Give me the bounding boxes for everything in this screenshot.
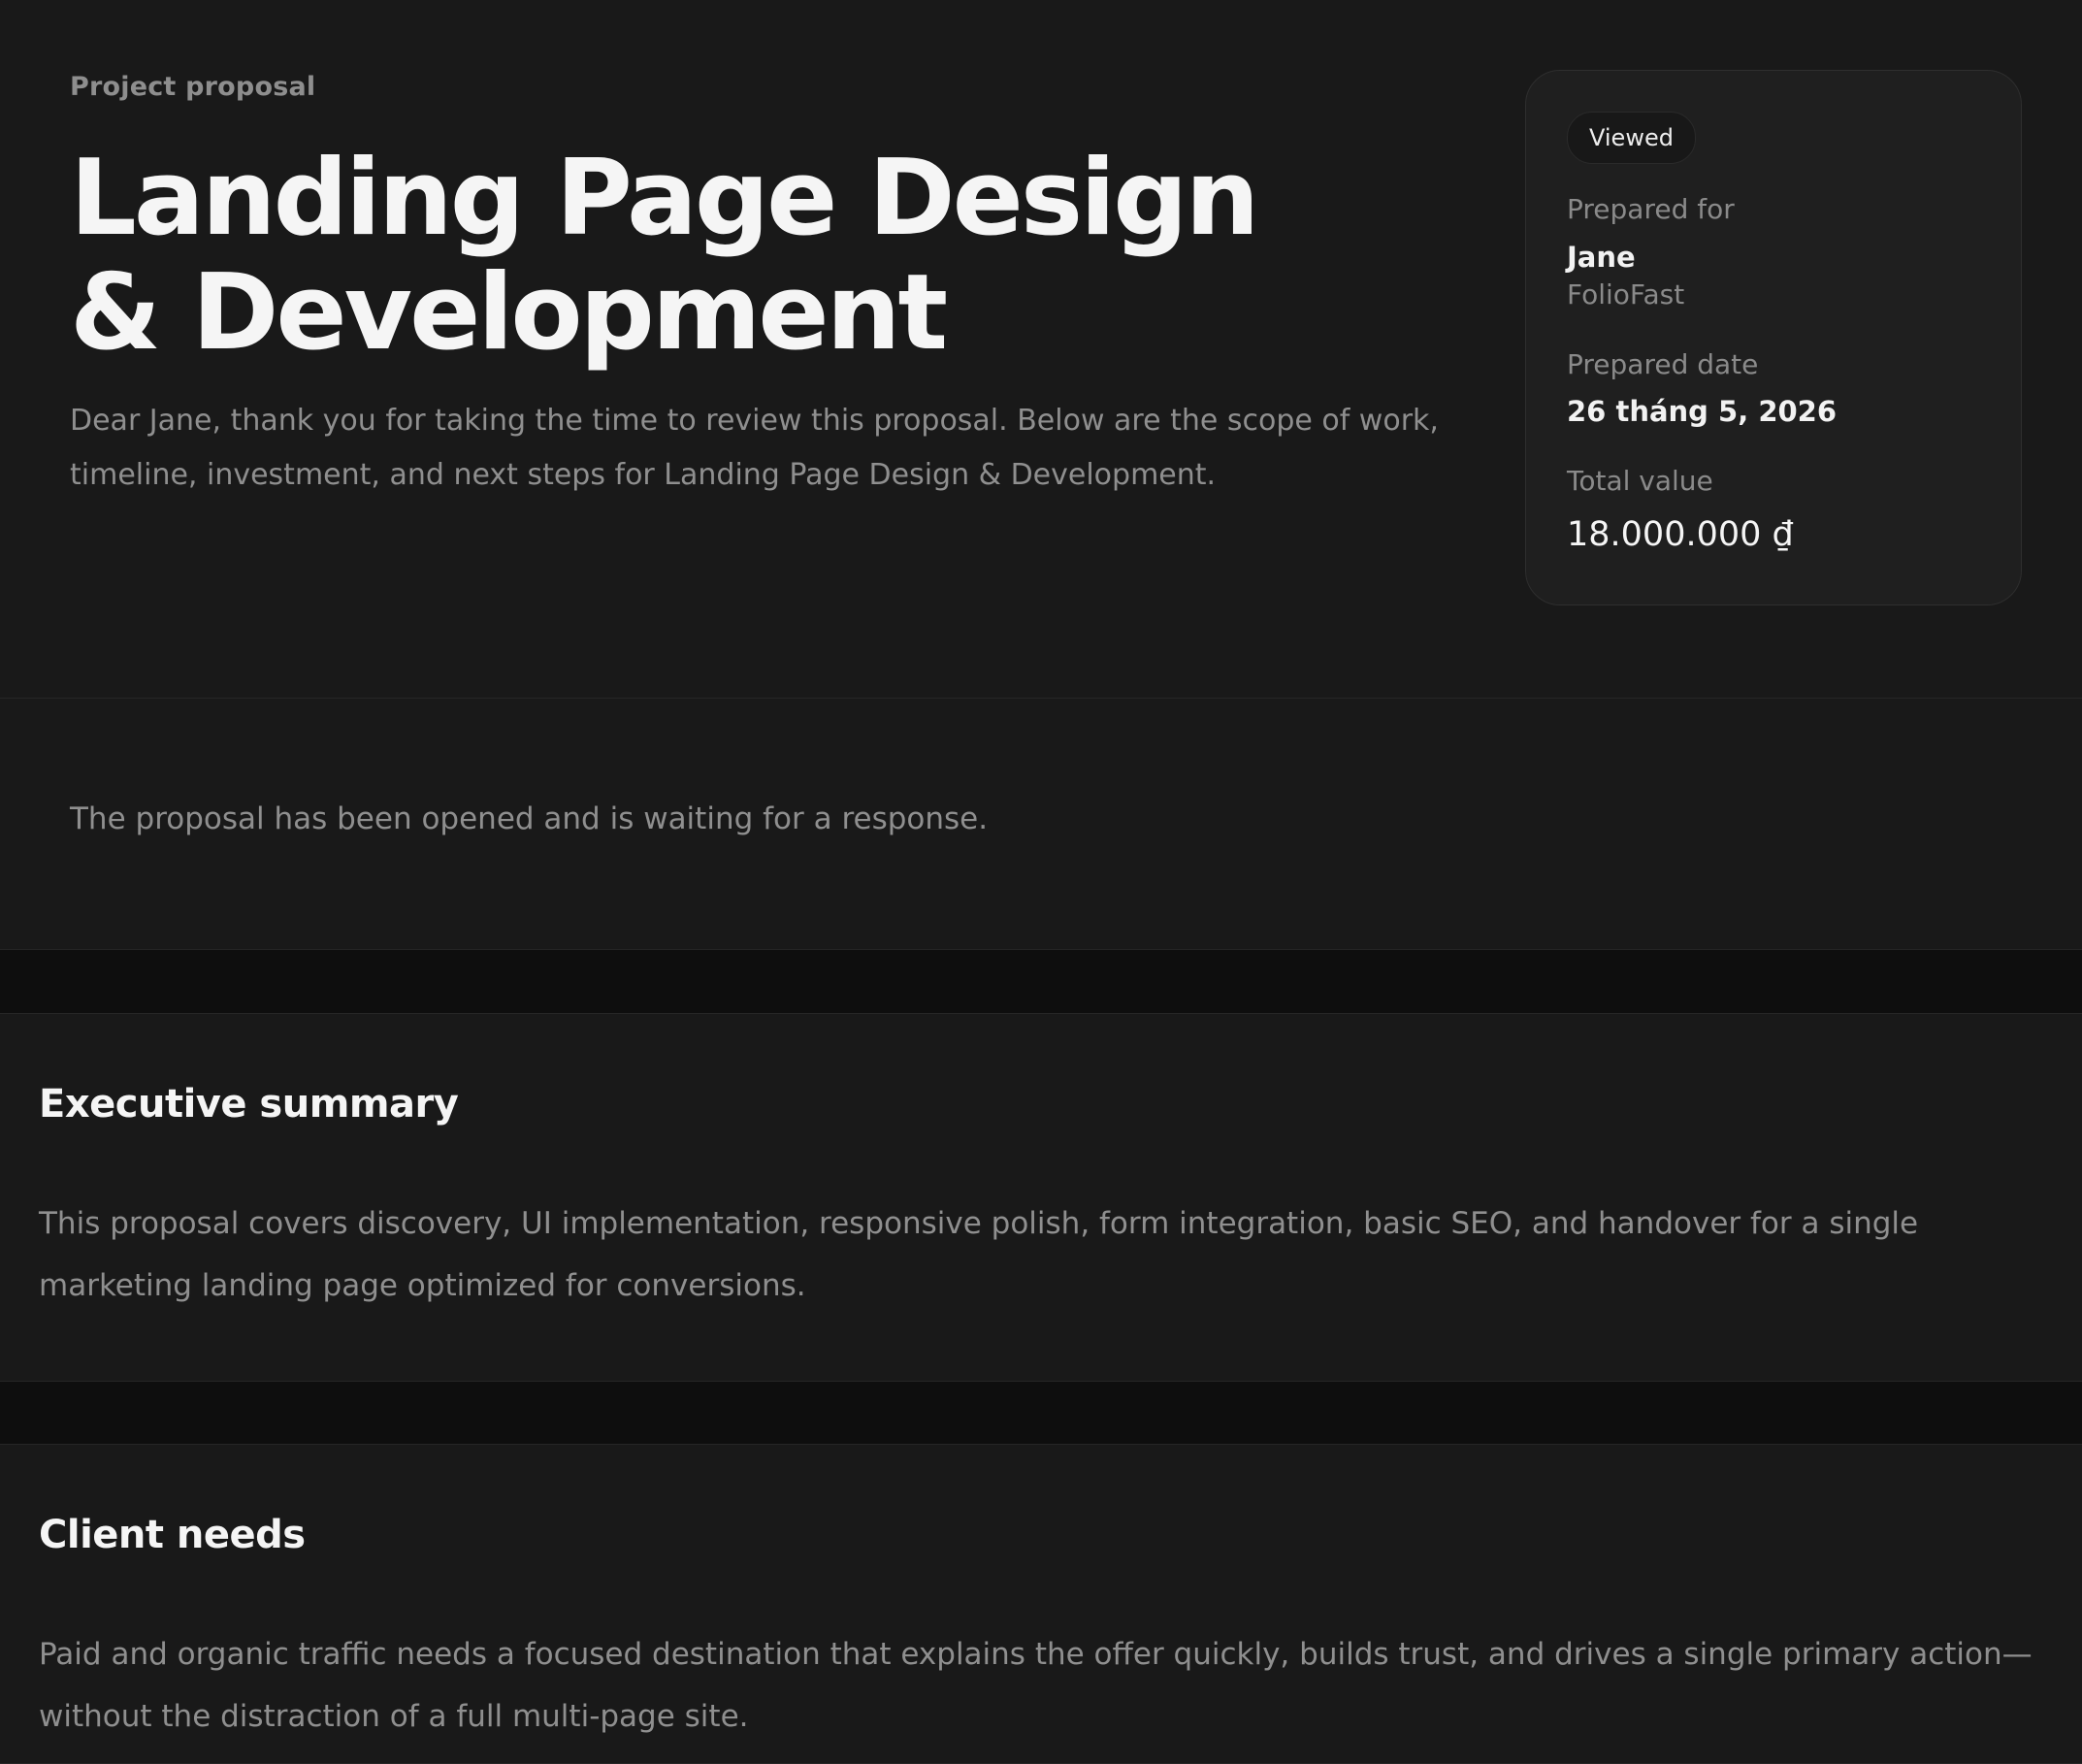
page-title-line-1: Landing Page Design [70, 138, 1259, 259]
total-value: 18.000.000 ₫ [1567, 515, 1794, 554]
eyebrow-label: Project proposal [70, 72, 316, 102]
status-badge: Viewed [1567, 112, 1696, 164]
prepared-date: 26 tháng 5, 2026 [1567, 395, 1838, 428]
section-title: Executive summary [39, 1082, 459, 1127]
prepared-for-label: Prepared for [1567, 193, 1735, 225]
client-company: FolioFast [1567, 278, 1685, 310]
prepared-date-label: Prepared date [1567, 348, 1759, 380]
page-title: Landing Page Design & Development [70, 142, 1331, 371]
total-value-label: Total value [1567, 465, 1713, 497]
proposal-hero: Project proposal Landing Page Design & D… [0, 0, 2082, 699]
section-body: This proposal covers discovery, UI imple… [39, 1206, 1919, 1303]
intro-text: Dear Jane, thank you for taking the time… [70, 404, 1439, 492]
proposal-meta-card: Viewed Prepared for Jane FolioFast Prepa… [1525, 70, 2022, 605]
page-title-line-2: & Development [70, 252, 948, 374]
status-message: The proposal has been opened and is wait… [70, 801, 989, 836]
section-title: Client needs [39, 1513, 306, 1557]
client-needs-section: Client needs Paid and organic traffic ne… [0, 1444, 2082, 1764]
executive-summary-section: Executive summary This proposal covers d… [0, 1013, 2082, 1382]
client-name: Jane [1567, 241, 1636, 274]
section-body: Paid and organic traffic needs a focused… [39, 1637, 2033, 1734]
